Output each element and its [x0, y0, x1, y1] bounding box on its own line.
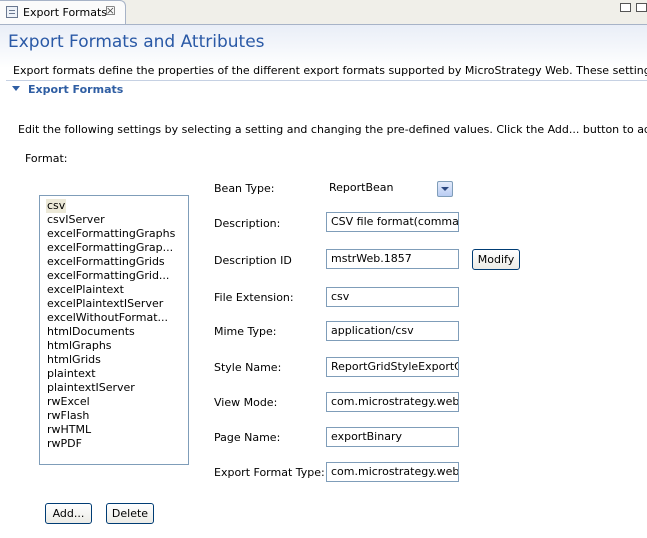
description-id-label: Description ID — [214, 254, 292, 267]
maximize-icon[interactable] — [636, 3, 647, 12]
page-title: Export Formats and Attributes — [8, 32, 265, 52]
page-description: Export formats define the properties of … — [13, 64, 647, 77]
minimize-icon[interactable] — [620, 3, 631, 12]
list-item[interactable]: rwFlash — [46, 409, 90, 423]
list-item[interactable]: rwHTML — [46, 423, 92, 437]
file-extension-label: File Extension: — [214, 291, 294, 304]
list-item[interactable]: plaintextIServer — [46, 381, 136, 395]
list-item[interactable]: htmlGrids — [46, 353, 102, 367]
list-item[interactable]: rwPDF — [46, 437, 83, 451]
mime-type-field[interactable]: application/csv — [326, 321, 459, 341]
format-label: Format: — [25, 152, 68, 165]
list-item[interactable]: csvIServer — [46, 213, 106, 227]
delete-button[interactable]: Delete — [106, 503, 154, 524]
list-item[interactable]: htmlDocuments — [46, 325, 136, 339]
bean-type-label: Bean Type: — [214, 182, 275, 195]
list-item[interactable]: excelFormattingGrids — [46, 255, 166, 269]
collapse-twisty-icon[interactable] — [12, 86, 20, 91]
editor-icon — [6, 6, 18, 18]
section-title[interactable]: Export Formats — [28, 83, 123, 96]
add-button[interactable]: Add... — [45, 503, 92, 524]
page-name-field[interactable]: exportBinary — [326, 427, 459, 447]
description-id-field[interactable]: mstrWeb.1857 — [326, 249, 459, 269]
file-extension-field[interactable]: csv — [326, 287, 459, 307]
list-item[interactable]: rwExcel — [46, 395, 91, 409]
list-item[interactable]: excelPlaintextIServer — [46, 297, 164, 311]
view-mode-field[interactable]: com.microstrategy.web.c — [326, 392, 459, 412]
style-name-label: Style Name: — [214, 361, 282, 374]
mime-type-label: Mime Type: — [214, 325, 277, 338]
section-description: Edit the following settings by selecting… — [18, 123, 647, 136]
list-item[interactable]: csv — [46, 199, 67, 213]
modify-button[interactable]: Modify — [472, 249, 520, 270]
close-icon[interactable]: ☒ — [105, 4, 116, 18]
list-item[interactable]: excelFormattingGrap... — [46, 241, 174, 255]
page-name-label: Page Name: — [214, 431, 281, 444]
list-item[interactable]: plaintext — [46, 367, 97, 381]
format-list[interactable]: csv csvIServer excelFormattingGraphs excelF… — [39, 195, 189, 465]
chevron-down-icon[interactable] — [437, 181, 453, 197]
description-field[interactable]: CSV file format(comma se — [326, 212, 459, 232]
tab-export-formats[interactable]: Export Formats ☒ — [0, 0, 126, 24]
list-item[interactable]: excelPlaintext — [46, 283, 125, 297]
view-mode-label: View Mode: — [214, 396, 278, 409]
list-item[interactable]: excelFormattingGraphs — [46, 227, 176, 241]
export-format-type-label: Export Format Type: — [214, 466, 325, 479]
list-item[interactable]: htmlGraphs — [46, 339, 113, 353]
list-item[interactable]: excelWithoutFormat... — [46, 311, 169, 325]
bean-type-value: ReportBean — [329, 181, 394, 194]
style-name-field[interactable]: ReportGridStyleExportCS — [326, 357, 459, 377]
list-item[interactable]: excelFormattingGrid... — [46, 269, 170, 283]
export-format-type-field[interactable]: com.microstrategy.web.a — [326, 462, 459, 482]
description-label: Description: — [214, 217, 281, 230]
tab-label: Export Formats — [23, 6, 107, 19]
